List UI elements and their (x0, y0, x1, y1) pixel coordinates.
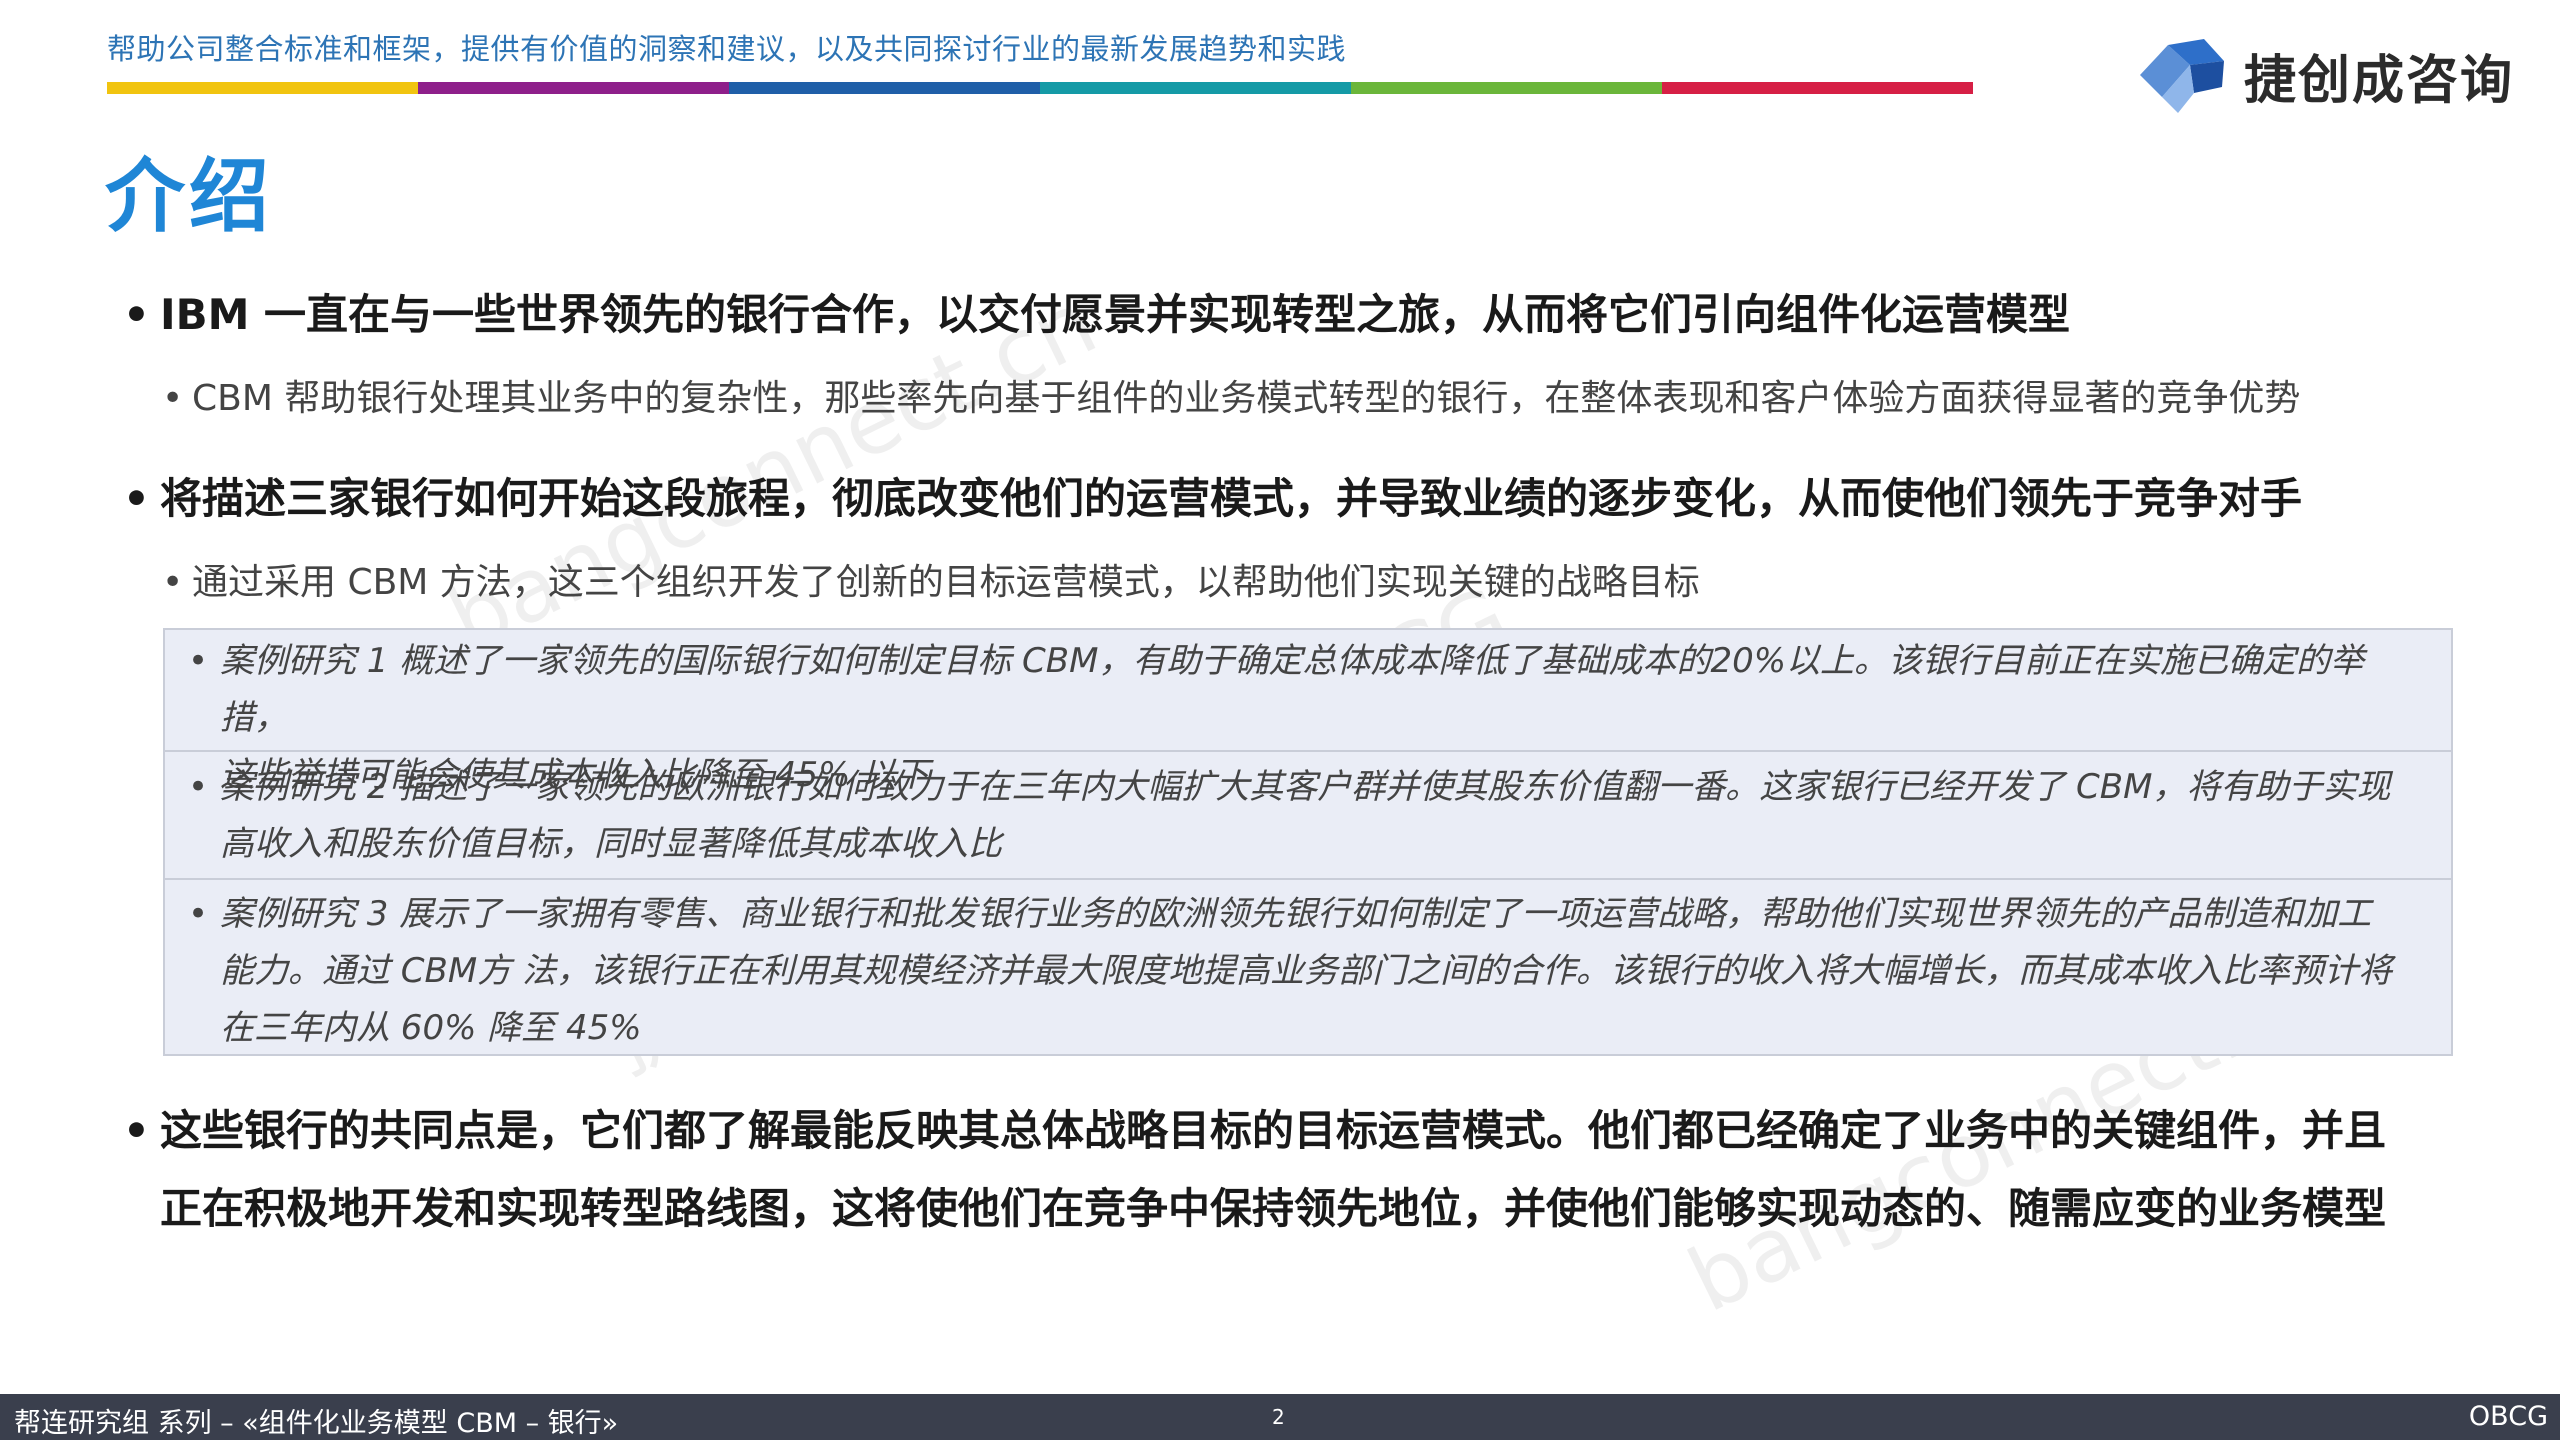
footer-page-number: 2 (1272, 1405, 1285, 1429)
bullet-cbm-method-text: 通过采用 CBM 方法，这三个组织开发了创新的目标运营模式，以帮助他们实现关键的… (192, 562, 1700, 603)
case-study-3-line2: 能力。通过 CBM方 法，该银行正在利用其规模经济并最大限度地提高业务部门之间的… (220, 951, 2393, 991)
header-tagline: 帮助公司整合标准和框架，提供有价值的洞察和建议，以及共同探讨行业的最新发展趋势和… (107, 32, 1347, 66)
bullet-common-point: • 这些银行的共同点是，它们都了解最能反映其总体战略目标的目标运营模式。他们都已… (123, 1092, 2387, 1248)
case-study-1-line1: 案例研究 1 概述了一家领先的国际银行如何制定目标 CBM，有助于确定总体成本降… (220, 641, 2365, 738)
case-study-1: • 案例研究 1 概述了一家领先的国际银行如何制定目标 CBM，有助于确定总体成… (165, 630, 2451, 795)
bullet-ibm-text: IBM 一直在与一些世界领先的银行合作，以交付愿景并实现转型之旅，从而将它们引向… (160, 290, 2071, 339)
case-study-box: • 案例研究 1 概述了一家领先的国际银行如何制定目标 CBM，有助于确定总体成… (163, 628, 2453, 1056)
color-bar-segment (107, 82, 418, 94)
case-study-3: • 案例研究 3 展示了一家拥有零售、商业银行和批发银行业务的欧洲领先银行如何制… (165, 878, 2451, 1054)
color-bar-segment (1351, 82, 1662, 94)
bullet-three-banks: • 将描述三家银行如何开始这段旅程，彻底改变他们的运营模式，并导致业绩的逐步变化… (123, 474, 2303, 523)
logo-cube-icon (2140, 39, 2224, 113)
case-study-3-line1: 案例研究 3 展示了一家拥有零售、商业银行和批发银行业务的欧洲领先银行如何制定了… (220, 894, 2372, 934)
bullet-common-point-line2: 正在积极地开发和实现转型路线图，这将使他们在竞争中保持领先地位，并使他们能够实现… (160, 1184, 2387, 1233)
header-color-bar (107, 82, 1973, 94)
bullet-cbm-method: • 通过采用 CBM 方法，这三个组织开发了创新的目标运营模式，以帮助他们实现关… (162, 562, 1700, 603)
company-logo: 捷创成咨询 (2138, 30, 2538, 120)
bullet-three-banks-text: 将描述三家银行如何开始这段旅程，彻底改变他们的运营模式，并导致业绩的逐步变化，从… (160, 474, 2303, 523)
color-bar-segment (1662, 82, 1973, 94)
bullet-common-point-line1: 这些银行的共同点是，它们都了解最能反映其总体战略目标的目标运营模式。他们都已经确… (160, 1106, 2387, 1155)
bullet-ibm: • IBM 一直在与一些世界领先的银行合作，以交付愿景并实现转型之旅，从而将它们… (123, 290, 2071, 339)
footer-series-title: 帮连研究组 系列 – «组件化业务模型 CBM – 银行» (14, 1408, 619, 1439)
color-bar-segment (1040, 82, 1351, 94)
color-bar-segment (418, 82, 729, 94)
case-study-3-line3: 在三年内从 60% 降至 45% (220, 1008, 642, 1048)
logo-text: 捷创成咨询 (2244, 50, 2515, 111)
case-study-2: • 案例研究 2 描述了一家领先的欧洲银行如何致力于在三年内大幅扩大其客户群并使… (165, 750, 2451, 878)
page-title: 介绍 (105, 150, 273, 243)
footer-bar: 帮连研究组 系列 – «组件化业务模型 CBM – 银行» 2 OBCG (0, 1394, 2560, 1440)
color-bar-segment (729, 82, 1040, 94)
case-study-2-line2: 高收入和股东价值目标，同时显著降低其成本收入比 (220, 824, 1002, 864)
bullet-cbm: • CBM 帮助银行处理其业务中的复杂性，那些率先向基于组件的业务模式转型的银行… (162, 378, 2301, 419)
footer-brand: OBCG (2468, 1401, 2548, 1432)
bullet-cbm-text: CBM 帮助银行处理其业务中的复杂性，那些率先向基于组件的业务模式转型的银行，在… (192, 378, 2301, 419)
case-study-2-line1: 案例研究 2 描述了一家领先的欧洲银行如何致力于在三年内大幅扩大其客户群并使其股… (220, 767, 2391, 807)
